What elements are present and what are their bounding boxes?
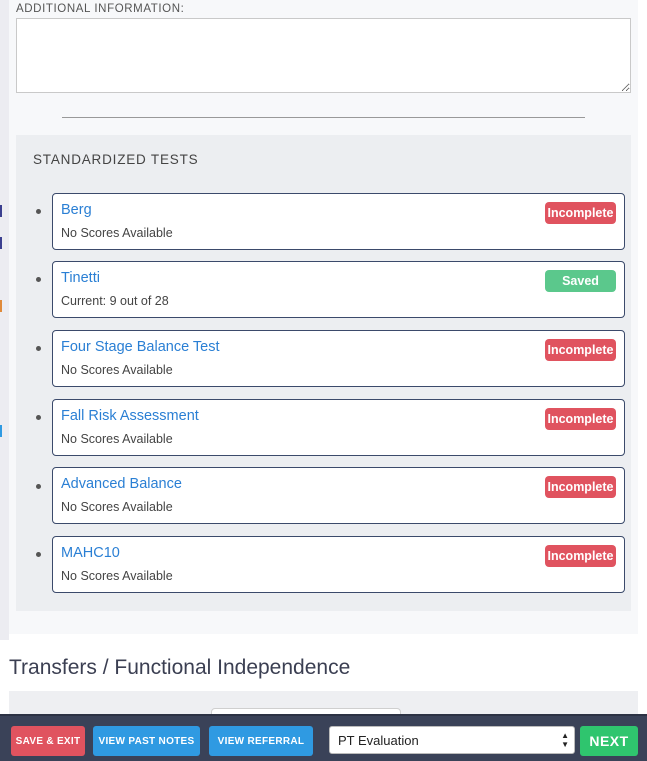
- test-card-tinetti[interactable]: Tinetti Current: 9 out of 28 Saved: [52, 261, 625, 318]
- section-heading: Transfers / Functional Independence: [9, 656, 351, 679]
- test-name-link[interactable]: Advanced Balance: [61, 476, 182, 492]
- test-card-berg[interactable]: Berg No Scores Available Incomplete: [52, 193, 625, 250]
- test-name-link[interactable]: Fall Risk Assessment: [61, 408, 199, 424]
- test-card-fall-risk[interactable]: Fall Risk Assessment No Scores Available…: [52, 399, 625, 456]
- test-score-text: No Scores Available: [61, 363, 173, 377]
- edge-marker: [0, 300, 2, 312]
- bullet-icon: [36, 209, 41, 214]
- view-past-notes-button[interactable]: VIEW PAST NOTES: [93, 726, 200, 756]
- test-card-mahc10[interactable]: MAHC10 No Scores Available Incomplete: [52, 536, 625, 593]
- standardized-tests-title: STANDARDIZED TESTS: [33, 152, 199, 167]
- status-badge: Incomplete: [545, 408, 616, 430]
- save-exit-button[interactable]: SAVE & EXIT: [11, 726, 85, 756]
- edge-marker: [0, 205, 2, 217]
- note-type-selected-value: PT Evaluation: [338, 733, 419, 748]
- edge-marker: [0, 237, 2, 249]
- test-name-link[interactable]: Four Stage Balance Test: [61, 339, 220, 355]
- test-score-text: No Scores Available: [61, 432, 173, 446]
- status-badge: Incomplete: [545, 476, 616, 498]
- bullet-icon: [36, 484, 41, 489]
- test-name-link[interactable]: Berg: [61, 202, 92, 218]
- test-name-link[interactable]: MAHC10: [61, 545, 120, 561]
- next-button[interactable]: NEXT: [580, 726, 638, 756]
- status-badge: Incomplete: [545, 545, 616, 567]
- test-card-advanced-balance[interactable]: Advanced Balance No Scores Available Inc…: [52, 467, 625, 524]
- bullet-icon: [36, 552, 41, 557]
- bottom-action-bar: SAVE & EXIT VIEW PAST NOTES VIEW REFERRA…: [0, 714, 647, 761]
- test-score-text: Current: 9 out of 28: [61, 294, 169, 308]
- bullet-icon: [36, 277, 41, 282]
- section-divider: [62, 117, 585, 118]
- view-referral-button[interactable]: VIEW REFERRAL: [209, 726, 313, 756]
- status-badge: Incomplete: [545, 202, 616, 224]
- status-badge: Saved: [545, 270, 616, 292]
- note-type-select[interactable]: PT Evaluation ▲ ▼: [329, 726, 575, 754]
- edge-marker: [0, 425, 2, 437]
- left-edge-strip: [0, 0, 9, 640]
- bullet-icon: [36, 415, 41, 420]
- additional-info-label: ADDITIONAL INFORMATION:: [16, 3, 185, 15]
- bullet-icon: [36, 346, 41, 351]
- test-score-text: No Scores Available: [61, 226, 173, 240]
- test-card-four-stage-balance[interactable]: Four Stage Balance Test No Scores Availa…: [52, 330, 625, 387]
- select-arrows-icon: ▲ ▼: [561, 731, 569, 749]
- status-badge: Incomplete: [545, 339, 616, 361]
- additional-info-textarea[interactable]: [16, 18, 631, 93]
- test-score-text: No Scores Available: [61, 500, 173, 514]
- test-score-text: No Scores Available: [61, 569, 173, 583]
- test-name-link[interactable]: Tinetti: [61, 270, 100, 286]
